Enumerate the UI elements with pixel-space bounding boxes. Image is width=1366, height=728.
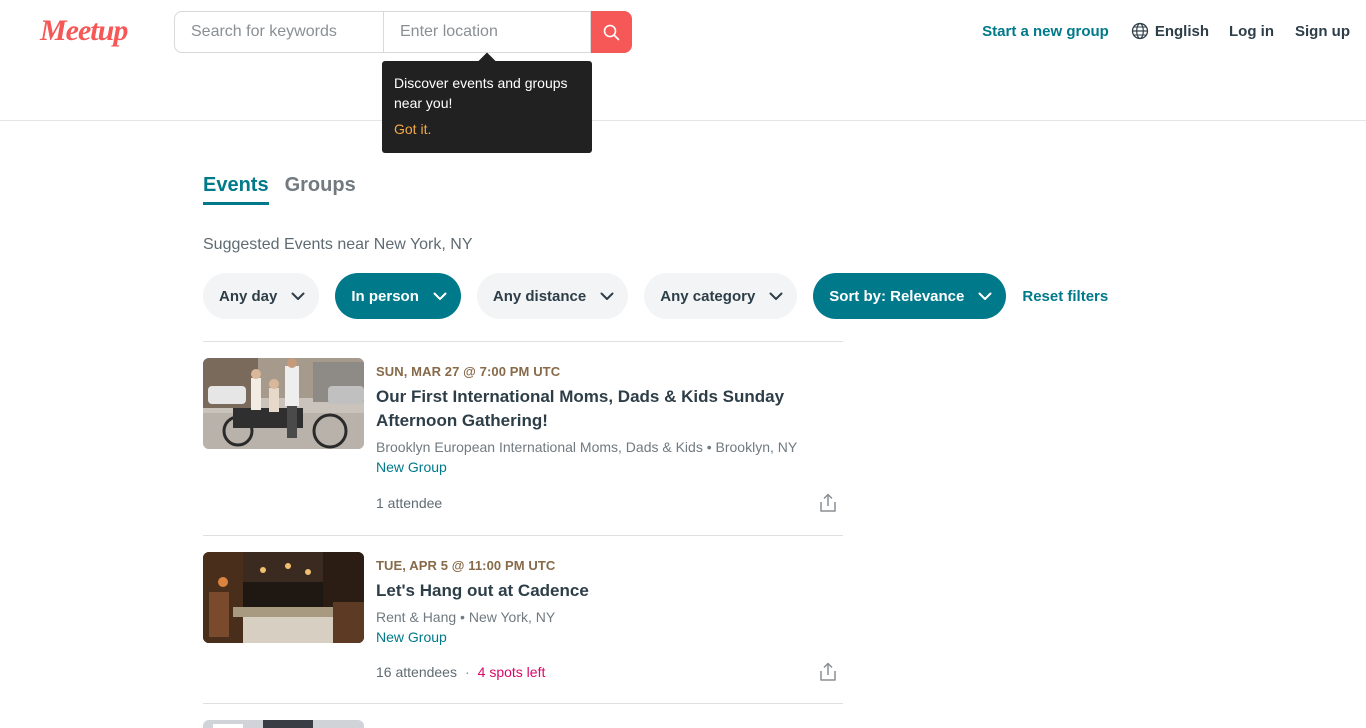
filter-type-button[interactable]: In person — [335, 273, 461, 319]
event-title[interactable]: Let's Hang out at Cadence — [376, 579, 843, 603]
filter-category-button[interactable]: Any category — [644, 273, 798, 319]
search-icon — [603, 24, 620, 40]
chevron-down-icon — [291, 292, 305, 300]
separator-dot: · — [464, 664, 470, 680]
location-tooltip: Discover events and groups near you! Got… — [382, 61, 592, 153]
tooltip-dismiss-button[interactable]: Got it. — [394, 121, 580, 137]
search-bar — [174, 11, 632, 53]
chevron-down-icon — [433, 292, 447, 300]
event-title[interactable]: Our First International Moms, Dads & Kid… — [376, 385, 843, 433]
reset-filters-link[interactable]: Reset filters — [1022, 288, 1108, 305]
event-image[interactable] — [203, 358, 364, 449]
meetup-logo[interactable]: Meetup — [38, 10, 138, 54]
sort-button[interactable]: Sort by: Relevance — [813, 273, 1007, 319]
search-location-input[interactable] — [383, 11, 591, 53]
tab-events[interactable]: Events — [203, 174, 269, 205]
event-date: TUE, APR 5 @ 11:00 PM UTC — [376, 558, 556, 573]
site-header: Meetup Start a new group English Log in … — [0, 0, 1366, 121]
event-image[interactable] — [203, 552, 364, 643]
filter-distance-label: Any distance — [492, 287, 587, 305]
event-footer: 1 attendee — [376, 495, 442, 511]
filter-type-label: In person — [351, 287, 419, 305]
event-image[interactable] — [203, 720, 364, 728]
filter-distance-button[interactable]: Any distance — [476, 273, 629, 319]
login-link[interactable]: Log in — [1229, 23, 1274, 40]
search-button[interactable] — [591, 11, 632, 53]
search-keywords-input[interactable] — [174, 11, 383, 53]
event-footer: 16 attendees · 4 spots left — [376, 664, 545, 680]
event-group: Rent & Hang • New York, NY — [376, 609, 556, 625]
filter-bar: Any day In person Any distance Any categ… — [203, 273, 1108, 319]
share-icon[interactable] — [817, 661, 839, 683]
event-list: SUN, MAR 27 @ 7:00 PM UTC Our First Inte… — [203, 341, 843, 728]
globe-icon — [1131, 22, 1148, 40]
spots-left: 4 spots left — [477, 664, 546, 680]
event-card[interactable] — [203, 703, 843, 728]
search-tabs: Events Groups — [203, 174, 372, 205]
attendee-count: 16 attendees — [376, 664, 457, 680]
svg-text:Meetup: Meetup — [39, 14, 128, 47]
share-icon[interactable] — [817, 492, 839, 514]
start-new-group-link[interactable]: Start a new group — [982, 23, 1109, 40]
suggested-heading: Suggested Events near New York, NY — [203, 236, 473, 253]
new-group-badge: New Group — [376, 459, 447, 475]
filter-day-button[interactable]: Any day — [203, 273, 320, 319]
chevron-down-icon — [769, 292, 783, 300]
sort-label: Sort by: Relevance — [829, 287, 965, 305]
language-label: English — [1154, 22, 1209, 40]
event-group: Brooklyn European International Moms, Da… — [376, 439, 798, 455]
tooltip-text: Discover events and groups near you! — [394, 75, 568, 111]
chevron-down-icon — [600, 292, 614, 300]
filter-category-label: Any category — [660, 287, 756, 305]
event-card[interactable]: TUE, APR 5 @ 11:00 PM UTC Let's Hang out… — [203, 535, 843, 703]
language-selector[interactable]: English — [1131, 22, 1209, 40]
event-card[interactable]: SUN, MAR 27 @ 7:00 PM UTC Our First Inte… — [203, 341, 843, 535]
new-group-badge: New Group — [376, 629, 447, 645]
tab-groups[interactable]: Groups — [285, 174, 356, 205]
event-date: SUN, MAR 27 @ 7:00 PM UTC — [376, 364, 561, 379]
chevron-down-icon — [978, 292, 992, 300]
header-nav: Start a new group English Log in Sign up — [982, 20, 1350, 42]
filter-day-label: Any day — [219, 287, 278, 305]
signup-link[interactable]: Sign up — [1295, 23, 1350, 40]
attendee-count: 1 attendee — [376, 495, 443, 511]
